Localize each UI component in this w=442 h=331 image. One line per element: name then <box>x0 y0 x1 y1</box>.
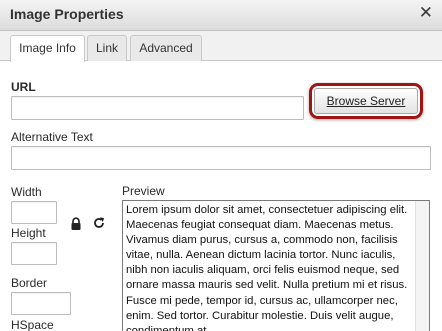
preview-scrollbar[interactable] <box>415 201 429 331</box>
preview-pane[interactable]: Lorem ipsum dolor sit amet, consectetuer… <box>122 200 430 331</box>
dialog-title: Image Properties <box>10 6 124 22</box>
preview-label: Preview <box>122 184 165 198</box>
width-input[interactable] <box>11 201 57 224</box>
dialog-titlebar: Image Properties ✕ <box>0 0 442 31</box>
url-input[interactable] <box>11 96 304 120</box>
height-input[interactable] <box>11 242 57 265</box>
tab-strip: Image Info Link Advanced <box>0 31 442 62</box>
alt-text-label: Alternative Text <box>11 130 93 144</box>
close-icon[interactable]: ✕ <box>419 3 433 23</box>
width-label: Width <box>11 185 42 199</box>
tab-image-info[interactable]: Image Info <box>10 35 85 62</box>
lock-icon[interactable] <box>69 217 83 231</box>
refresh-icon[interactable] <box>92 216 106 230</box>
alt-text-input[interactable] <box>11 146 431 170</box>
tab-link[interactable]: Link <box>87 35 127 61</box>
height-label: Height <box>11 226 46 240</box>
browse-server-button[interactable]: Browse Server <box>314 88 418 114</box>
hspace-label: HSpace <box>11 318 54 331</box>
tab-advanced[interactable]: Advanced <box>130 35 202 61</box>
preview-text: Lorem ipsum dolor sit amet, consectetuer… <box>126 204 408 331</box>
border-input[interactable] <box>11 292 71 315</box>
border-label: Border <box>11 276 48 290</box>
url-label: URL <box>11 80 36 94</box>
